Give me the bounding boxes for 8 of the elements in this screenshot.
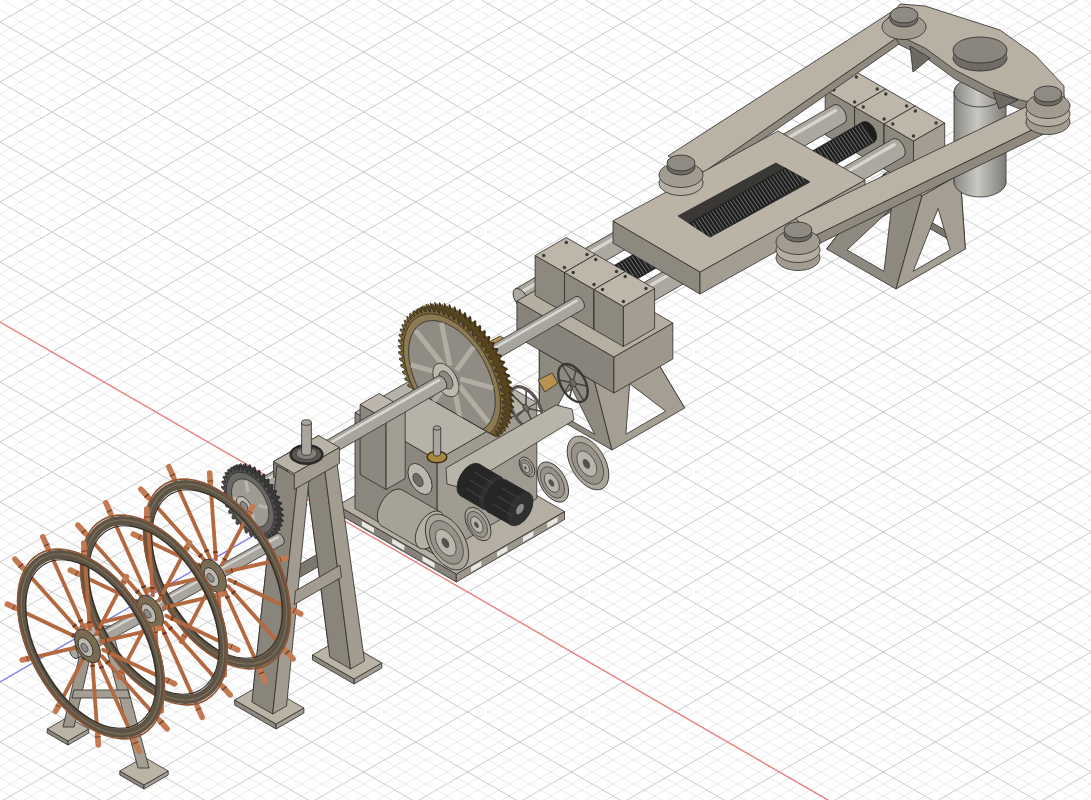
pivot-pin — [775, 221, 821, 271]
pivot-pin — [658, 154, 704, 196]
bevel-gear — [426, 425, 448, 464]
winch-drum — [483, 478, 534, 527]
flange-disc — [566, 435, 610, 491]
bracket-plate — [537, 372, 559, 393]
pulley-wheel — [407, 463, 433, 495]
hand-wheel — [557, 362, 589, 404]
